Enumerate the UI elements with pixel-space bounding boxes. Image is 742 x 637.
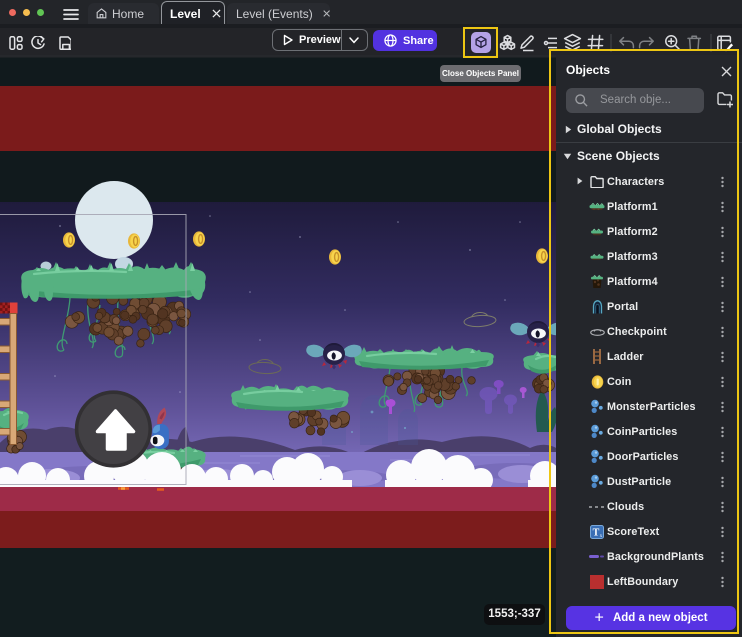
svg-text:T: T bbox=[593, 527, 600, 538]
